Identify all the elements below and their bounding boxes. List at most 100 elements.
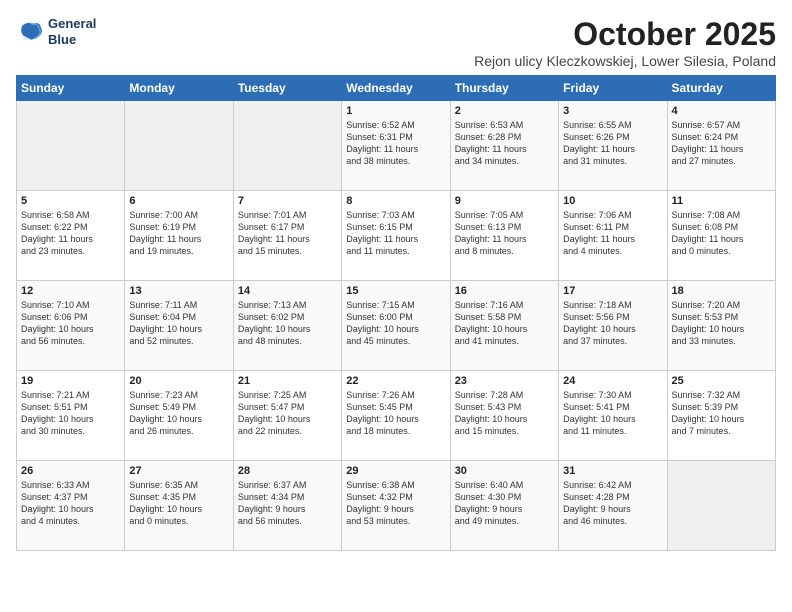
day-number: 13 (129, 285, 228, 297)
cell-info: Sunrise: 7:32 AMSunset: 5:39 PMDaylight:… (672, 389, 771, 438)
cell-info: Sunrise: 7:26 AMSunset: 5:45 PMDaylight:… (346, 389, 445, 438)
day-number: 8 (346, 195, 445, 207)
cell-info: Sunrise: 6:52 AMSunset: 6:31 PMDaylight:… (346, 119, 445, 168)
header-day-thursday: Thursday (450, 76, 558, 101)
day-number: 10 (563, 195, 662, 207)
day-number: 25 (672, 375, 771, 387)
calendar-cell: 16 Sunrise: 7:16 AMSunset: 5:58 PMDayligh… (450, 281, 558, 371)
logo-text: General Blue (48, 16, 96, 47)
day-number: 30 (455, 465, 554, 477)
calendar-cell: 13 Sunrise: 7:11 AMSunset: 6:04 PMDayligh… (125, 281, 233, 371)
header-day-wednesday: Wednesday (342, 76, 450, 101)
header-day-saturday: Saturday (667, 76, 775, 101)
day-number: 5 (21, 195, 120, 207)
day-number: 29 (346, 465, 445, 477)
day-number: 20 (129, 375, 228, 387)
day-number: 24 (563, 375, 662, 387)
cell-info: Sunrise: 7:15 AMSunset: 6:00 PMDaylight:… (346, 299, 445, 348)
cell-info: Sunrise: 6:53 AMSunset: 6:28 PMDaylight:… (455, 119, 554, 168)
calendar-cell: 23 Sunrise: 7:28 AMSunset: 5:43 PMDayligh… (450, 371, 558, 461)
day-number: 16 (455, 285, 554, 297)
week-row-2: 5 Sunrise: 6:58 AMSunset: 6:22 PMDaylight… (17, 191, 776, 281)
cell-info: Sunrise: 6:38 AMSunset: 4:32 PMDaylight:… (346, 479, 445, 528)
header-day-friday: Friday (559, 76, 667, 101)
day-number: 31 (563, 465, 662, 477)
calendar-cell: 12 Sunrise: 7:10 AMSunset: 6:06 PMDayligh… (17, 281, 125, 371)
cell-info: Sunrise: 7:23 AMSunset: 5:49 PMDaylight:… (129, 389, 228, 438)
calendar-cell: 26 Sunrise: 6:33 AMSunset: 4:37 PMDayligh… (17, 461, 125, 551)
cell-info: Sunrise: 6:40 AMSunset: 4:30 PMDaylight:… (455, 479, 554, 528)
day-number: 11 (672, 195, 771, 207)
cell-info: Sunrise: 7:03 AMSunset: 6:15 PMDaylight:… (346, 209, 445, 258)
week-row-5: 26 Sunrise: 6:33 AMSunset: 4:37 PMDayligh… (17, 461, 776, 551)
day-number: 6 (129, 195, 228, 207)
cell-info: Sunrise: 7:21 AMSunset: 5:51 PMDaylight:… (21, 389, 120, 438)
calendar-cell: 1 Sunrise: 6:52 AMSunset: 6:31 PMDaylight… (342, 101, 450, 191)
cell-info: Sunrise: 6:33 AMSunset: 4:37 PMDaylight:… (21, 479, 120, 528)
calendar-table: SundayMondayTuesdayWednesdayThursdayFrid… (16, 75, 776, 551)
calendar-cell: 10 Sunrise: 7:06 AMSunset: 6:11 PMDayligh… (559, 191, 667, 281)
day-number: 4 (672, 105, 771, 117)
calendar-cell: 14 Sunrise: 7:13 AMSunset: 6:02 PMDayligh… (233, 281, 341, 371)
cell-info: Sunrise: 7:01 AMSunset: 6:17 PMDaylight:… (238, 209, 337, 258)
calendar-header: SundayMondayTuesdayWednesdayThursdayFrid… (17, 76, 776, 101)
calendar-cell: 11 Sunrise: 7:08 AMSunset: 6:08 PMDayligh… (667, 191, 775, 281)
header-row: SundayMondayTuesdayWednesdayThursdayFrid… (17, 76, 776, 101)
location-subtitle: Rejon ulicy Kleczkowskiej, Lower Silesia… (474, 53, 776, 69)
header-day-sunday: Sunday (17, 76, 125, 101)
cell-info: Sunrise: 6:42 AMSunset: 4:28 PMDaylight:… (563, 479, 662, 528)
day-number: 17 (563, 285, 662, 297)
cell-info: Sunrise: 7:18 AMSunset: 5:56 PMDaylight:… (563, 299, 662, 348)
cell-info: Sunrise: 7:10 AMSunset: 6:06 PMDaylight:… (21, 299, 120, 348)
cell-info: Sunrise: 7:00 AMSunset: 6:19 PMDaylight:… (129, 209, 228, 258)
day-number: 22 (346, 375, 445, 387)
header-day-monday: Monday (125, 76, 233, 101)
day-number: 12 (21, 285, 120, 297)
day-number: 28 (238, 465, 337, 477)
cell-info: Sunrise: 6:58 AMSunset: 6:22 PMDaylight:… (21, 209, 120, 258)
day-number: 19 (21, 375, 120, 387)
cell-info: Sunrise: 7:13 AMSunset: 6:02 PMDaylight:… (238, 299, 337, 348)
cell-info: Sunrise: 7:16 AMSunset: 5:58 PMDaylight:… (455, 299, 554, 348)
calendar-cell: 31 Sunrise: 6:42 AMSunset: 4:28 PMDayligh… (559, 461, 667, 551)
calendar-cell: 9Sunrise: 7:05 AMSunset: 6:13 PMDaylight… (450, 191, 558, 281)
calendar-cell: 7 Sunrise: 7:01 AMSunset: 6:17 PMDaylight… (233, 191, 341, 281)
cell-info: Sunrise: 6:37 AMSunset: 4:34 PMDaylight:… (238, 479, 337, 528)
calendar-cell: 6 Sunrise: 7:00 AMSunset: 6:19 PMDaylight… (125, 191, 233, 281)
title-block: October 2025 Rejon ulicy Kleczkowskiej, … (474, 16, 776, 69)
calendar-cell: 18Sunrise: 7:20 AMSunset: 5:53 PMDayligh… (667, 281, 775, 371)
month-title: October 2025 (474, 16, 776, 53)
calendar-cell: 30 Sunrise: 6:40 AMSunset: 4:30 PMDayligh… (450, 461, 558, 551)
cell-info: Sunrise: 7:06 AMSunset: 6:11 PMDaylight:… (563, 209, 662, 258)
day-number: 1 (346, 105, 445, 117)
day-number: 7 (238, 195, 337, 207)
day-number: 26 (21, 465, 120, 477)
day-number: 21 (238, 375, 337, 387)
cell-info: Sunrise: 7:11 AMSunset: 6:04 PMDaylight:… (129, 299, 228, 348)
calendar-cell (233, 101, 341, 191)
calendar-cell (17, 101, 125, 191)
cell-info: Sunrise: 6:55 AMSunset: 6:26 PMDaylight:… (563, 119, 662, 168)
day-number: 27 (129, 465, 228, 477)
calendar-cell: 17 Sunrise: 7:18 AMSunset: 5:56 PMDayligh… (559, 281, 667, 371)
calendar-cell: 25 Sunrise: 7:32 AMSunset: 5:39 PMDayligh… (667, 371, 775, 461)
calendar-cell: 3 Sunrise: 6:55 AMSunset: 6:26 PMDaylight… (559, 101, 667, 191)
calendar-cell: 28 Sunrise: 6:37 AMSunset: 4:34 PMDayligh… (233, 461, 341, 551)
day-number: 14 (238, 285, 337, 297)
calendar-cell: 29 Sunrise: 6:38 AMSunset: 4:32 PMDayligh… (342, 461, 450, 551)
day-number: 2 (455, 105, 554, 117)
calendar-cell: 24 Sunrise: 7:30 AMSunset: 5:41 PMDayligh… (559, 371, 667, 461)
calendar-cell: 8 Sunrise: 7:03 AMSunset: 6:15 PMDaylight… (342, 191, 450, 281)
cell-info: Sunrise: 7:28 AMSunset: 5:43 PMDaylight:… (455, 389, 554, 438)
week-row-3: 12 Sunrise: 7:10 AMSunset: 6:06 PMDayligh… (17, 281, 776, 371)
calendar-cell: 21Sunrise: 7:25 AMSunset: 5:47 PMDayligh… (233, 371, 341, 461)
calendar-cell: 20 Sunrise: 7:23 AMSunset: 5:49 PMDayligh… (125, 371, 233, 461)
day-number: 3 (563, 105, 662, 117)
cell-info: Sunrise: 6:57 AMSunset: 6:24 PMDaylight:… (672, 119, 771, 168)
calendar-body: 1 Sunrise: 6:52 AMSunset: 6:31 PMDaylight… (17, 101, 776, 551)
calendar-cell (667, 461, 775, 551)
logo: General Blue (16, 16, 96, 47)
cell-info: Sunrise: 7:08 AMSunset: 6:08 PMDaylight:… (672, 209, 771, 258)
cell-info: Sunrise: 7:30 AMSunset: 5:41 PMDaylight:… (563, 389, 662, 438)
day-number: 23 (455, 375, 554, 387)
